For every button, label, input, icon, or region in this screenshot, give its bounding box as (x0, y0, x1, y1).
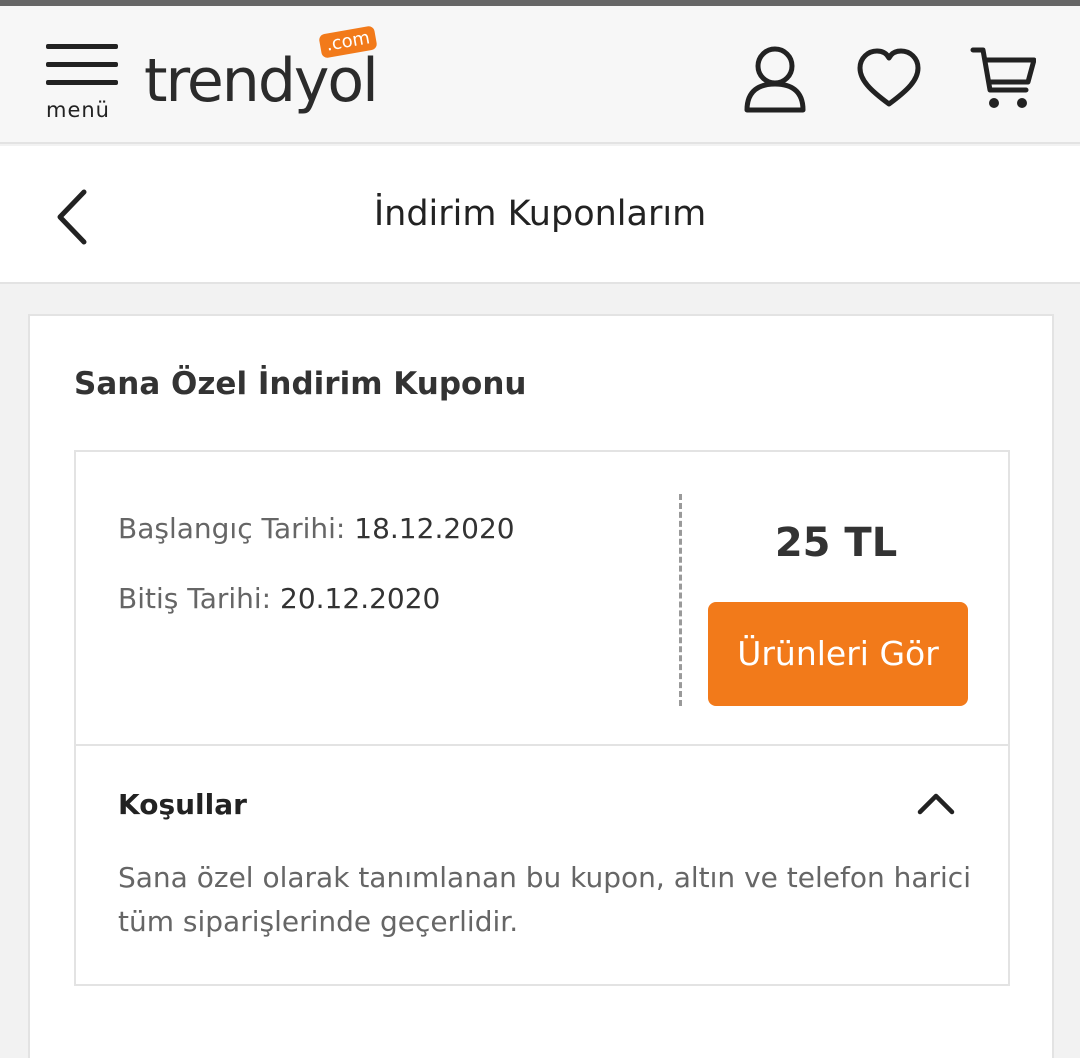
page-title: İndirim Kuponlarım (373, 194, 707, 234)
site-header: menü trendyol .com (0, 6, 1080, 144)
logo-wordmark: trendyol (144, 46, 379, 116)
coupon-box: Başlangıç Tarihi: 18.12.2020 Bitiş Tarih… (74, 450, 1010, 986)
hamburger-icon-bar (46, 80, 118, 85)
end-date-row: Bitiş Tarihi: 20.12.2020 (118, 582, 440, 615)
terms-text: Sana özel olarak tanımlanan bu kupon, al… (118, 861, 971, 938)
coupon-details: Başlangıç Tarihi: 18.12.2020 Bitiş Tarih… (76, 452, 1008, 746)
end-date-label: Bitiş Tarihi: (118, 582, 272, 615)
start-date-value: 18.12.2020 (354, 512, 515, 545)
hamburger-icon (46, 44, 118, 49)
user-icon[interactable] (742, 44, 808, 116)
coupon-amount: 25 TL (774, 520, 898, 566)
see-products-button[interactable]: Ürünleri Gör (708, 602, 968, 706)
page-titlebar: İndirim Kuponlarım (0, 146, 1080, 284)
terms-toggle[interactable] (916, 786, 956, 820)
menu-button[interactable]: menü (44, 44, 122, 128)
menu-label: menü (46, 98, 110, 122)
start-date-label: Başlangıç Tarihi: (118, 512, 346, 545)
start-date-row: Başlangıç Tarihi: 18.12.2020 (118, 512, 515, 545)
coupon-card: Sana Özel İndirim Kuponu Başlangıç Tarih… (28, 314, 1054, 1058)
cart-icon[interactable] (970, 44, 1037, 116)
terms-title: Koşullar (118, 788, 247, 821)
dashed-divider (679, 494, 682, 706)
chevron-up-icon (917, 793, 955, 815)
hamburger-icon-bar (46, 62, 118, 67)
end-date-value: 20.12.2020 (280, 582, 441, 615)
trendyol-logo[interactable]: trendyol .com (144, 25, 404, 130)
coupon-card-title: Sana Özel İndirim Kuponu (74, 366, 527, 402)
heart-icon[interactable] (856, 44, 922, 116)
